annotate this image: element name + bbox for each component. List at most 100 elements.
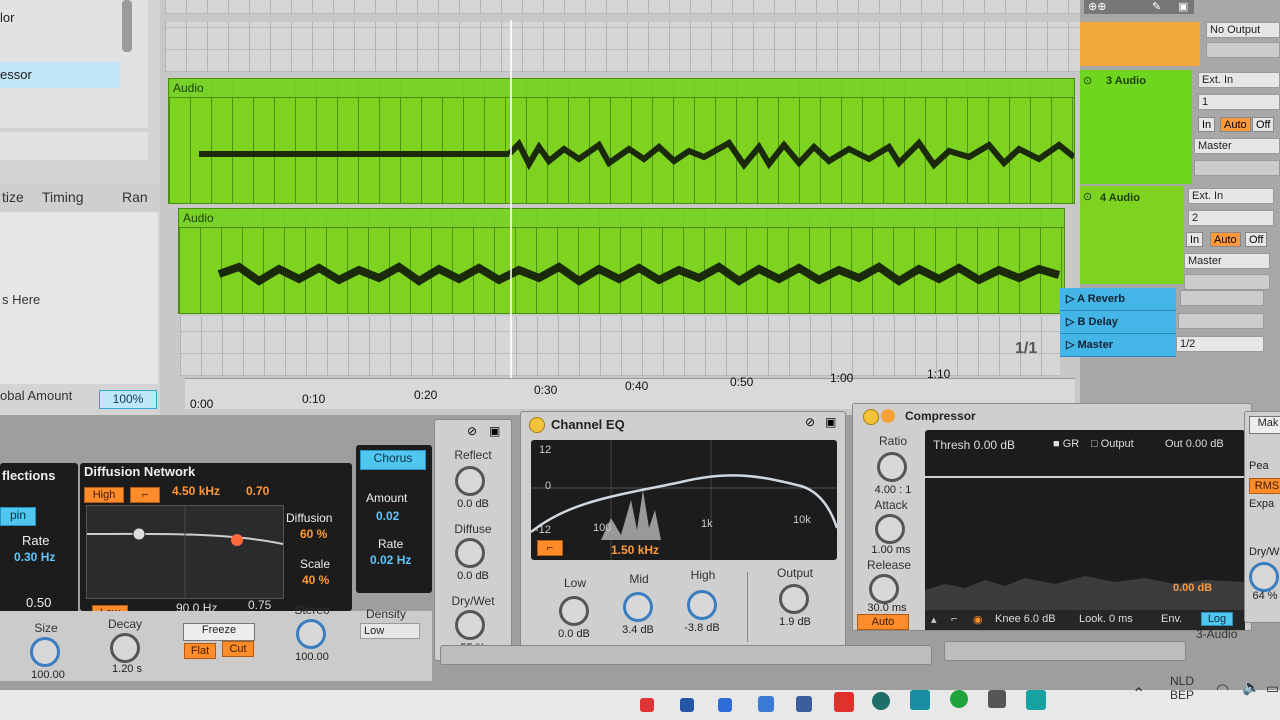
lookahead-value[interactable]: Look. 0 ms — [1079, 613, 1133, 625]
comp-drywet-value[interactable]: 64 % — [1245, 590, 1280, 602]
auto-release-button[interactable]: Auto — [857, 614, 909, 630]
chorus-rate-value[interactable]: 0.02 Hz — [370, 553, 411, 567]
add-icon[interactable]: ⊕⊕ — [1088, 0, 1106, 13]
app-icon[interactable] — [950, 690, 968, 708]
keyboard-layout[interactable]: BEP — [1170, 688, 1194, 702]
global-amount-field[interactable]: 100% — [99, 390, 157, 409]
reflect-value[interactable]: 0.0 dB — [443, 498, 503, 510]
threshold-line[interactable] — [925, 476, 1245, 478]
eq-low-value[interactable]: 0.0 dB — [549, 628, 599, 640]
stereo-knob[interactable] — [296, 619, 326, 649]
sidechain-icon[interactable] — [881, 409, 895, 423]
diffuse-value[interactable]: 0.0 dB — [443, 570, 503, 582]
track4-input-channel[interactable]: 2 — [1188, 210, 1274, 226]
save-icon[interactable]: ▣ — [489, 424, 500, 438]
audio-clip-track4[interactable]: Audio — [178, 208, 1065, 314]
return-a-output[interactable] — [1180, 290, 1264, 306]
drywet-knob[interactable] — [455, 610, 485, 640]
density-select[interactable]: Low — [360, 623, 420, 639]
save-icon[interactable]: ▣ — [825, 415, 836, 429]
language-indicator[interactable]: NLD — [1170, 674, 1194, 688]
master-clip-slot[interactable] — [1080, 22, 1200, 66]
device-on-icon[interactable] — [863, 409, 879, 425]
ratio-knob[interactable] — [877, 452, 907, 482]
decay-value[interactable]: 1.20 s — [100, 663, 154, 675]
diffusion-value[interactable]: 60 % — [300, 527, 327, 541]
track4-name[interactable]: 4 Audio — [1100, 192, 1140, 204]
playhead[interactable] — [510, 20, 512, 390]
master-track[interactable]: ▷ Master — [1060, 334, 1176, 357]
shelf-icon[interactable]: ⌐ — [130, 487, 160, 503]
pencil-icon[interactable]: ✎ — [1152, 0, 1161, 13]
battery-icon[interactable]: ▭ — [1266, 680, 1279, 697]
track-lane-empty[interactable] — [165, 22, 1080, 72]
rate-value[interactable]: 0.30 Hz — [14, 550, 55, 564]
eq-high-value[interactable]: -3.8 dB — [677, 622, 727, 634]
freeze-button[interactable]: Freeze — [183, 623, 255, 641]
groove-tab-timing[interactable]: Timing — [42, 189, 84, 205]
output-toggle[interactable]: □ Output — [1091, 438, 1134, 450]
high-q-value[interactable]: 0.70 — [246, 484, 269, 498]
browser-scrollbar[interactable] — [122, 0, 132, 52]
eq-low-knob[interactable] — [559, 596, 589, 626]
eq-output-value[interactable]: 1.9 dB — [767, 616, 823, 628]
track3-monitor-in[interactable]: In — [1198, 117, 1216, 132]
eq-mid-knob[interactable] — [623, 592, 653, 622]
peak-button[interactable]: Pea — [1249, 460, 1269, 472]
track4-monitor-in[interactable]: In — [1186, 232, 1204, 247]
diffuse-knob[interactable] — [455, 538, 485, 568]
track4-monitor-off[interactable]: Off — [1245, 232, 1268, 247]
audio-clip-track3[interactable]: Audio — [168, 78, 1075, 204]
amount-value[interactable]: 0.50 — [26, 595, 51, 610]
thresh-readout[interactable]: Thresh 0.00 dB — [933, 438, 1015, 452]
log-button[interactable]: Log — [1201, 612, 1233, 626]
app-icon[interactable] — [758, 696, 774, 712]
track3-input-type[interactable]: Ext. In — [1198, 72, 1280, 88]
ratio-value[interactable]: 4.00 : 1 — [863, 484, 923, 496]
filter-display[interactable] — [86, 505, 284, 599]
scale-value[interactable]: 40 % — [302, 573, 329, 587]
return-b-output[interactable] — [1178, 313, 1264, 329]
lock-icon[interactable]: ▣ — [1178, 0, 1188, 13]
app-icon[interactable] — [796, 696, 812, 712]
cut-button[interactable]: Cut — [222, 641, 254, 657]
release-value[interactable]: 30.0 ms — [857, 602, 917, 614]
wifi-icon[interactable]: ◠ — [1216, 680, 1229, 698]
track3-output[interactable]: Master — [1194, 138, 1280, 154]
track3-monitor-auto[interactable]: Auto — [1220, 117, 1251, 132]
compressor-display[interactable]: Thresh 0.00 dB ■ GR □ Output Out 0.00 dB… — [925, 430, 1245, 630]
app-icon[interactable] — [834, 692, 854, 712]
low-q-value[interactable]: 0.75 — [248, 598, 271, 612]
eq-high-knob[interactable] — [687, 590, 717, 620]
expand-button[interactable]: Expa — [1249, 498, 1274, 510]
track3-header[interactable]: ⊙ 3 Audio — [1080, 70, 1192, 184]
device-scrollbar-right[interactable] — [944, 641, 1186, 661]
peak-shape-icon[interactable]: ▴ — [931, 613, 937, 626]
browser-item-selected[interactable]: essor — [0, 62, 120, 88]
return-track-b-delay[interactable]: ▷ B Delay — [1060, 311, 1176, 334]
gr-toggle[interactable]: ■ GR — [1053, 438, 1079, 450]
fold-icon[interactable]: ⊙ — [1083, 74, 1092, 87]
track4-input-type[interactable]: Ext. In — [1188, 188, 1274, 204]
high-freq-value[interactable]: 4.50 kHz — [172, 484, 220, 498]
track4-header[interactable]: ⊙ 4 Audio — [1080, 186, 1184, 284]
attack-knob[interactable] — [875, 514, 905, 544]
rms-button[interactable]: RMS — [1249, 478, 1280, 494]
eq-output-knob[interactable] — [779, 584, 809, 614]
track3-monitor-off[interactable]: Off — [1252, 117, 1275, 132]
app-icon[interactable] — [1026, 690, 1046, 710]
flat-button[interactable]: Flat — [184, 643, 216, 659]
app-icon[interactable] — [988, 690, 1006, 708]
app-icon[interactable] — [680, 698, 694, 712]
spin-button[interactable]: pin — [0, 507, 36, 526]
attack-value[interactable]: 1.00 ms — [861, 544, 921, 556]
stereo-value[interactable]: 100.00 — [284, 651, 340, 663]
track3-name[interactable]: 3 Audio — [1106, 75, 1146, 87]
track3-input-channel[interactable]: 1 — [1198, 94, 1280, 110]
fold-icon[interactable]: ⊙ — [1083, 190, 1092, 203]
comp-drywet-knob[interactable] — [1249, 562, 1279, 592]
master-cue-select[interactable]: 1/2 — [1176, 336, 1264, 352]
master-output-select[interactable]: No Output — [1206, 22, 1280, 38]
size-knob[interactable] — [30, 637, 60, 667]
expand-icon[interactable]: ⊘ — [467, 424, 477, 438]
